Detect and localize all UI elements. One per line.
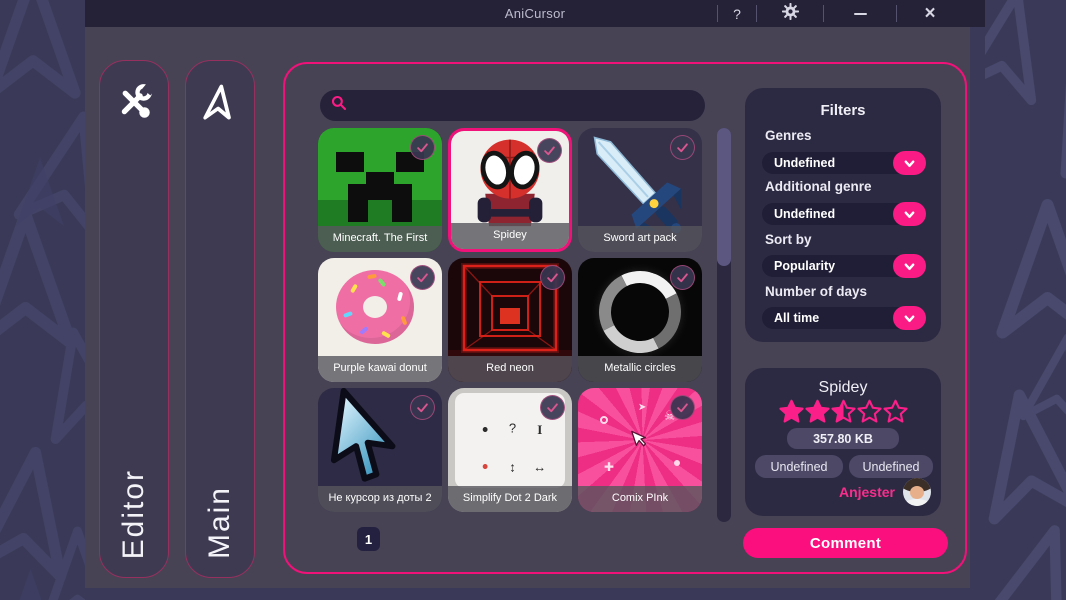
titlebar-controls: ? <box>717 0 985 27</box>
settings-button[interactable] <box>757 0 823 27</box>
star-icon-empty <box>857 399 882 429</box>
search-bar <box>320 90 705 121</box>
tile-caption: Purple kawai donut <box>318 356 442 382</box>
help-icon: ? <box>733 6 741 22</box>
author-name[interactable]: Anjester <box>839 484 895 500</box>
chevron-down-icon <box>893 202 926 226</box>
tools-icon <box>113 81 155 128</box>
window-body: Editor Main <box>85 27 970 588</box>
app-window: AniCursor ? <box>85 0 985 588</box>
dropdown-number-of-days[interactable]: All time <box>762 307 925 329</box>
minimize-icon <box>854 13 867 15</box>
check-icon[interactable] <box>410 135 435 160</box>
check-icon[interactable] <box>540 395 565 420</box>
author-row[interactable]: Anjester <box>839 478 931 506</box>
comment-button[interactable]: Comment <box>743 528 948 558</box>
dropdown-value: All time <box>774 311 819 325</box>
tile-dota-cursor[interactable]: Не курсор из доты 2 <box>318 388 442 512</box>
star-icon-half <box>831 399 856 429</box>
tile-caption: Simplify Dot 2 Dark <box>448 486 572 512</box>
check-icon[interactable] <box>537 138 562 163</box>
tile-caption: Sword art pack <box>578 226 702 252</box>
tab-editor-label: Editor <box>117 469 151 559</box>
pack-tag: Undefined <box>755 455 843 478</box>
pack-details-panel: Spidey 357.80 KB Undefined Undefined Anj… <box>745 368 941 516</box>
tile-caption: Spidey <box>451 223 569 249</box>
star-icon-full <box>805 399 830 429</box>
search-input[interactable] <box>355 98 694 113</box>
scrollbar-track[interactable] <box>717 128 731 522</box>
dropdown-value: Undefined <box>774 207 835 221</box>
tile-metallic[interactable]: Metallic circles <box>578 258 702 382</box>
dropdown-value: Popularity <box>774 259 835 273</box>
gear-icon <box>782 3 799 25</box>
page-button[interactable]: 1 <box>357 527 380 551</box>
tile-caption: Minecraft. The First <box>318 226 442 252</box>
minimize-button[interactable] <box>824 0 896 27</box>
desktop-pattern-left <box>0 0 85 600</box>
avatar-shirt <box>904 499 930 506</box>
chevron-down-icon <box>893 151 926 175</box>
tile-comix-pink[interactable]: ☠ ✚ ➤ Comix PInk <box>578 388 702 512</box>
tab-main[interactable]: Main <box>185 60 255 578</box>
anicursor-logo-icon <box>198 81 242 130</box>
close-icon: × <box>924 3 935 25</box>
filter-label-sort-by: Sort by <box>765 232 812 247</box>
close-button[interactable]: × <box>897 0 963 27</box>
avatar-face <box>910 486 924 499</box>
filter-label-number-of-days: Number of days <box>765 284 867 299</box>
tile-caption: Red neon <box>448 356 572 382</box>
help-button[interactable]: ? <box>718 0 756 27</box>
filters-title: Filters <box>745 102 941 119</box>
tile-caption: Не курсор из доты 2 <box>318 486 442 512</box>
tile-red-neon[interactable]: Red neon <box>448 258 572 382</box>
dropdown-genres[interactable]: Undefined <box>762 152 925 174</box>
star-icon-empty <box>883 399 908 429</box>
tile-caption: Metallic circles <box>578 356 702 382</box>
screen: AniCursor ? <box>0 0 1066 600</box>
filter-label-genres: Genres <box>765 128 812 143</box>
filter-label-additional-genre: Additional genre <box>765 179 872 194</box>
check-icon[interactable] <box>540 265 565 290</box>
tile-simplify-dot[interactable]: • ? I • ↕ ↔ Simplify Dot 2 Dark <box>448 388 572 512</box>
pack-tag: Undefined <box>849 455 933 478</box>
tile-minecraft[interactable]: Minecraft. The First <box>318 128 442 252</box>
check-icon[interactable] <box>670 265 695 290</box>
tile-caption: Comix PInk <box>578 486 702 512</box>
check-icon[interactable] <box>410 265 435 290</box>
tile-sword-art[interactable]: Sword art pack <box>578 128 702 252</box>
dropdown-value: Undefined <box>774 156 835 170</box>
rating-stars[interactable] <box>745 399 941 429</box>
scrollbar-thumb[interactable] <box>717 128 731 266</box>
tile-donut[interactable]: Purple kawai donut <box>318 258 442 382</box>
tab-main-label: Main <box>203 486 237 559</box>
chevron-down-icon <box>893 306 926 330</box>
tab-editor[interactable]: Editor <box>99 60 169 578</box>
tile-spidey[interactable]: Spidey <box>448 128 572 252</box>
filters-panel: Filters Genres Undefined Additional genr… <box>745 88 941 342</box>
pack-title: Spidey <box>745 379 941 397</box>
chevron-down-icon <box>893 254 926 278</box>
titlebar: AniCursor ? <box>85 0 985 27</box>
check-icon[interactable] <box>670 135 695 160</box>
dropdown-additional-genre[interactable]: Undefined <box>762 203 925 225</box>
star-icon-full <box>779 399 804 429</box>
search-icon <box>331 95 347 116</box>
check-icon[interactable] <box>410 395 435 420</box>
desktop-pattern-right <box>985 0 1066 600</box>
check-icon[interactable] <box>670 395 695 420</box>
avatar[interactable] <box>903 478 931 506</box>
dropdown-sort-by[interactable]: Popularity <box>762 255 925 277</box>
pack-size-badge: 357.80 KB <box>787 428 899 449</box>
